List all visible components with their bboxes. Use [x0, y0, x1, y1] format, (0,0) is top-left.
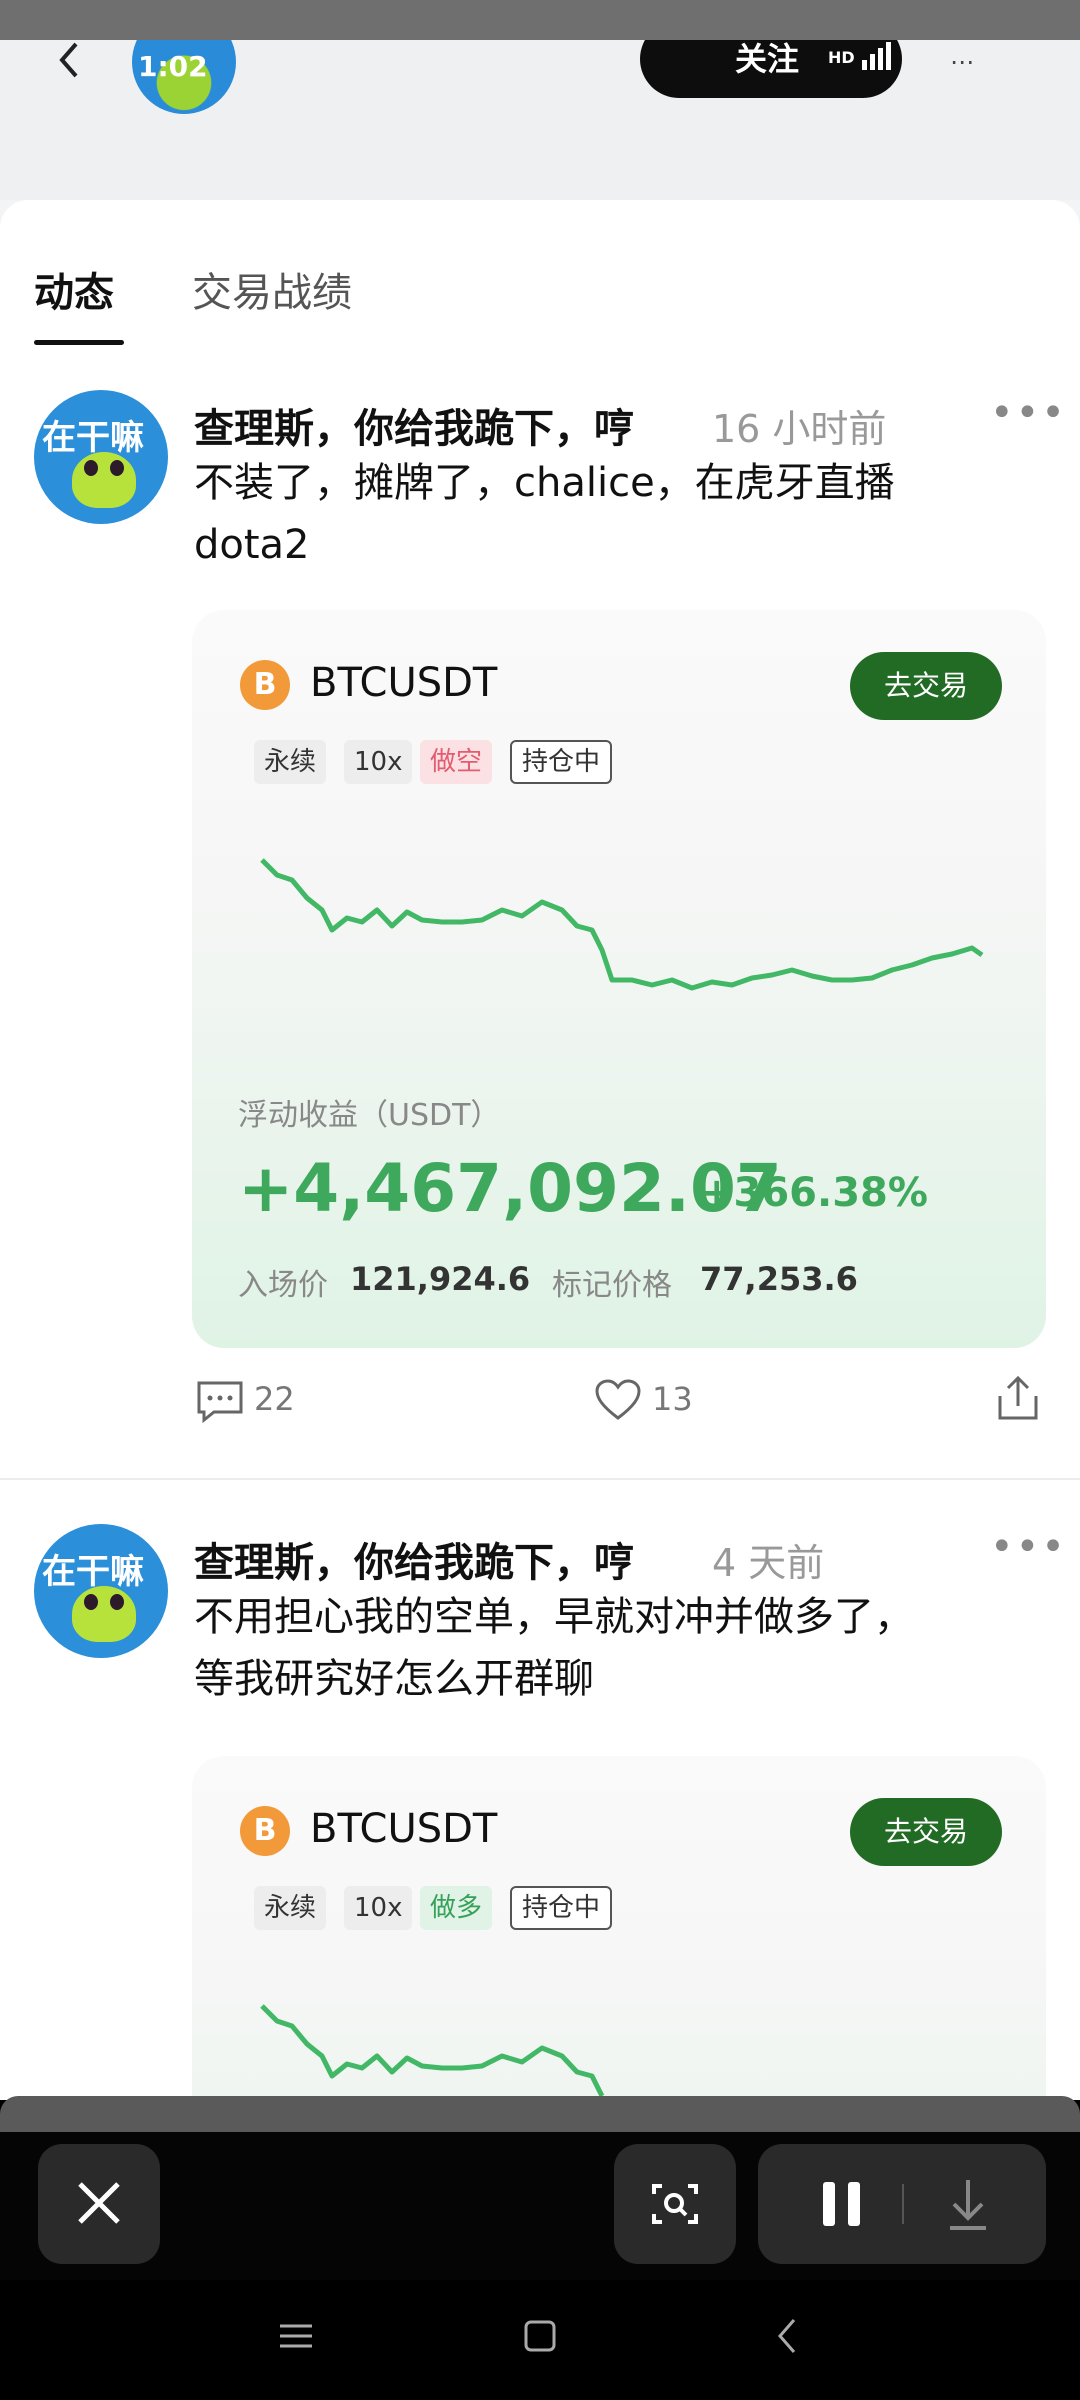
follow-button[interactable]: 关注 HD	[640, 40, 902, 98]
floating-pnl-percent: +366.38%	[700, 1170, 928, 1216]
tab-trade-record[interactable]: 交易战绩	[192, 260, 352, 318]
tag-perpetual: 永续	[254, 740, 327, 784]
like-count: 13	[652, 1380, 693, 1418]
share-icon[interactable]	[996, 1374, 1040, 1422]
bitcoin-icon: B	[240, 660, 290, 710]
feed-content: 动态 交易战绩 在干嘛 查理斯，你给我跪下，哼 16 小时前 ••• 不装了，摊…	[0, 200, 1080, 2100]
position-card[interactable]: B BTCUSDT 去交易 永续 10x 做空 持仓中 浮动收益（USDT） +…	[192, 610, 1046, 1348]
tab-bar: 动态 交易战绩	[0, 200, 1080, 350]
more-options-icon[interactable]: ⋯	[950, 48, 976, 76]
post-item: 在干嘛 查理斯，你给我跪下，哼 16 小时前 ••• 不装了，摊牌了，chali…	[0, 390, 1080, 1348]
position-card[interactable]: B BTCUSDT 去交易 永续 10x 做多 持仓中	[192, 1756, 1046, 2100]
status-bar-strip	[0, 0, 1080, 40]
recording-controls	[758, 2144, 1046, 2264]
tab-activity[interactable]: 动态	[34, 260, 114, 318]
avatar-text: 在干嘛	[42, 1552, 144, 1592]
post-actions: 22 13	[0, 1370, 1080, 1450]
avatar-eye	[110, 460, 124, 476]
comment-count: 22	[254, 1380, 295, 1418]
post-avatar[interactable]: 在干嘛	[34, 390, 168, 524]
go-trade-button[interactable]: 去交易	[850, 1798, 1002, 1866]
heart-icon[interactable]	[594, 1378, 642, 1422]
active-tab-indicator	[34, 340, 124, 345]
post-text: 不装了，摊牌了，chalice，在虎牙直播 dota2	[194, 460, 895, 568]
price-chart	[260, 858, 984, 991]
mark-price-label: 标记价格	[552, 1268, 672, 1303]
avatar-face	[72, 452, 136, 508]
signal-icon	[862, 42, 891, 70]
menu-icon[interactable]	[276, 2316, 316, 2356]
network-badge: HD	[828, 48, 855, 67]
back-icon[interactable]	[48, 40, 92, 84]
status-time: 1:02	[138, 50, 208, 83]
entry-price-value: 121,924.6	[350, 1260, 531, 1298]
tag-leverage: 10x	[344, 1886, 413, 1930]
recorder-toolbar	[0, 2132, 1080, 2280]
avatar-eye	[84, 1594, 98, 1610]
screenshot-icon	[652, 2184, 698, 2224]
tag-holding: 持仓中	[510, 740, 613, 784]
post-item: 在干嘛 查理斯，你给我跪下，哼 4 天前 ••• 不用担心我的空单，早就对冲并做…	[0, 1524, 1080, 2100]
go-trade-button[interactable]: 去交易	[850, 652, 1002, 720]
entry-price-label: 入场价	[238, 1268, 328, 1303]
post-author[interactable]: 查理斯，你给我跪下，哼	[194, 1530, 634, 1588]
close-icon	[78, 2182, 120, 2224]
app-screen: 1:02 关注 HD ⋯ 动态 交易战绩 在干嘛 查理斯，你给我跪下，哼 16 …	[0, 40, 1080, 2100]
system-nav-bar	[0, 2280, 1080, 2400]
profile-header: 1:02 关注 HD ⋯	[0, 40, 1080, 200]
home-icon[interactable]	[520, 2316, 560, 2356]
recorder-handle[interactable]	[0, 2096, 1080, 2132]
post-author[interactable]: 查理斯，你给我跪下，哼	[194, 396, 634, 454]
avatar-eye	[110, 1594, 124, 1610]
tag-perpetual: 永续	[254, 1886, 327, 1930]
comment-icon[interactable]	[196, 1380, 244, 1424]
trading-pair: BTCUSDT	[310, 660, 498, 706]
control-divider	[902, 2184, 904, 2224]
trading-pair: BTCUSDT	[310, 1806, 498, 1852]
post-more-icon[interactable]: •••	[990, 1524, 1067, 1570]
mark-price-value: 77,253.6	[700, 1260, 858, 1298]
post-divider	[0, 1478, 1080, 1480]
tag-short: 做空	[420, 740, 493, 784]
avatar-face	[72, 1586, 136, 1642]
bitcoin-icon: B	[240, 1806, 290, 1856]
floating-pnl-label: 浮动收益（USDT）	[238, 1098, 501, 1133]
price-chart	[260, 2004, 605, 2098]
post-more-icon[interactable]: •••	[990, 390, 1067, 436]
tag-leverage: 10x	[344, 740, 413, 784]
post-text-line: 不用担心我的空单，早就对冲并做多了，	[194, 1594, 914, 1640]
post-text-line: 等我研究好怎么开群聊	[194, 1656, 594, 1702]
post-avatar[interactable]: 在干嘛	[34, 1524, 168, 1658]
screenshot-button[interactable]	[614, 2144, 736, 2264]
pause-icon[interactable]	[778, 2144, 908, 2264]
back-nav-icon[interactable]	[768, 2316, 808, 2356]
download-icon[interactable]	[908, 2144, 1028, 2264]
follow-label: 关注	[735, 40, 800, 78]
tag-holding: 持仓中	[510, 1886, 613, 1930]
post-time: 4 天前	[712, 1541, 825, 1585]
avatar-text: 在干嘛	[42, 418, 144, 458]
post-time: 16 小时前	[712, 407, 887, 451]
close-button[interactable]	[38, 2144, 160, 2264]
avatar-eye	[84, 460, 98, 476]
tag-long: 做多	[420, 1886, 493, 1930]
